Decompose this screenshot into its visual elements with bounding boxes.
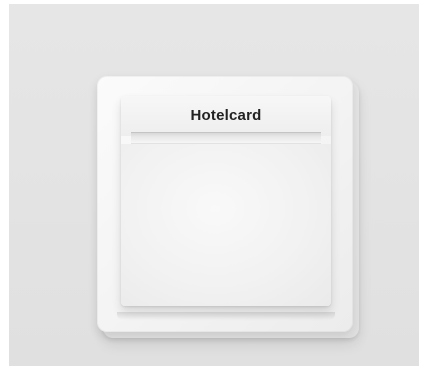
hotelcard-label: Hotelcard (190, 107, 262, 124)
photo-background: Hotelcard (9, 4, 419, 366)
card-slot (131, 132, 321, 144)
insert-lower-face (121, 144, 331, 306)
switch-wall-plate: Hotelcard (97, 76, 353, 332)
plate-bottom-shading (117, 312, 335, 320)
card-switch-insert: Hotelcard (121, 96, 331, 306)
label-band: Hotelcard (121, 96, 331, 136)
